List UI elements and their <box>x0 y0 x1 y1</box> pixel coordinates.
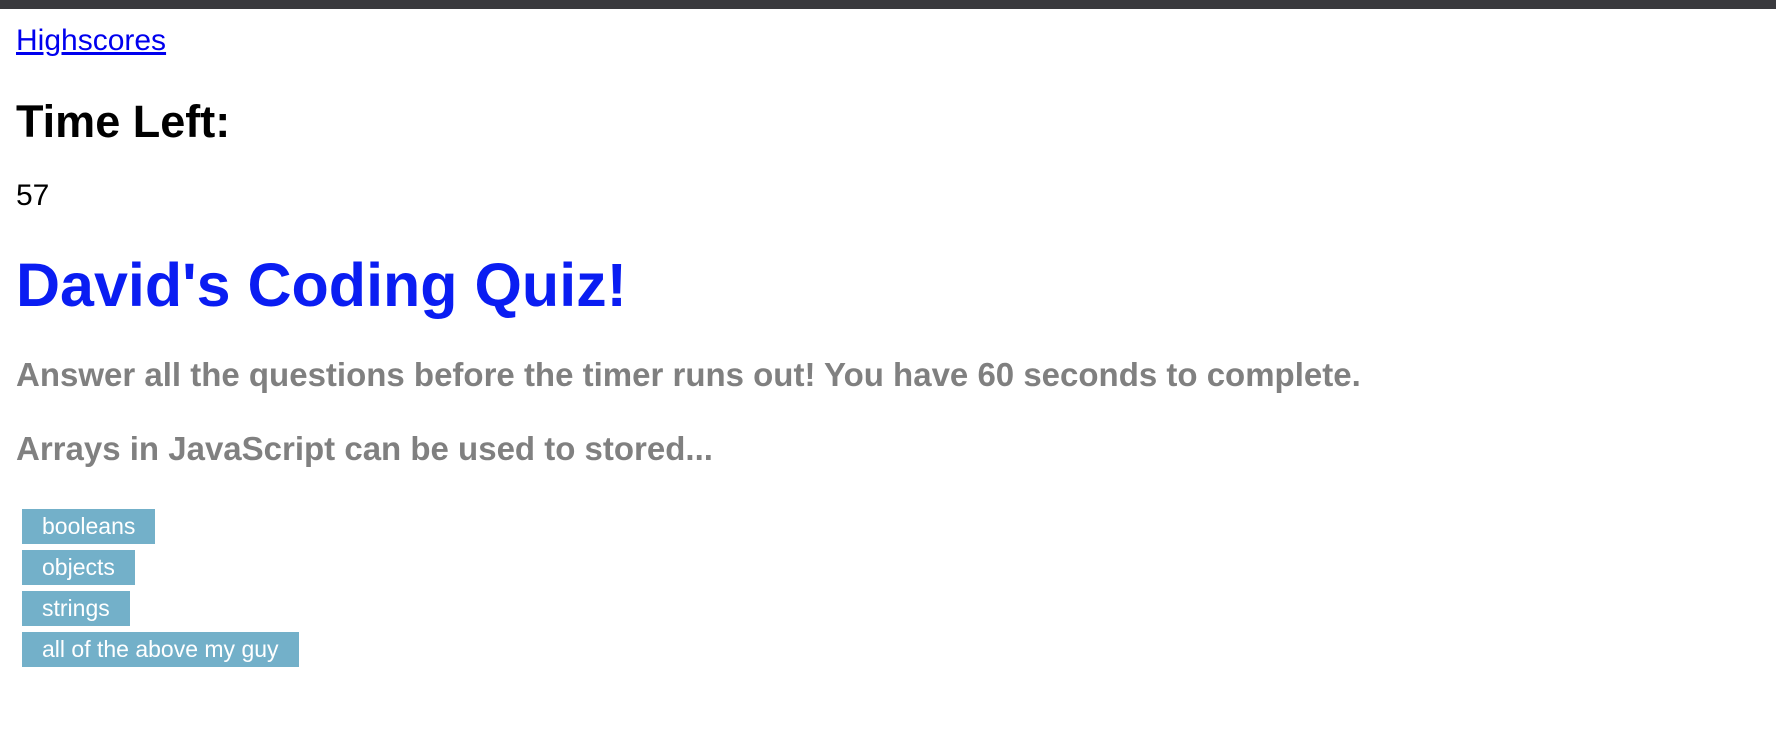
answer-button-all-of-the-above[interactable]: all of the above my guy <box>22 632 299 667</box>
quiz-instructions: Answer all the questions before the time… <box>16 356 1361 393</box>
timer-value: 57 <box>16 179 50 212</box>
time-left-label: Time Left: <box>16 96 231 147</box>
highscores-link[interactable]: Highscores <box>16 23 166 59</box>
answer-list: booleans objects strings all of the abov… <box>22 509 299 667</box>
quiz-title: David's Coding Quiz! <box>16 251 627 319</box>
answer-button-booleans[interactable]: booleans <box>22 509 156 544</box>
window-top-bar <box>0 0 1776 9</box>
answer-button-objects[interactable]: objects <box>22 550 135 585</box>
answer-button-strings[interactable]: strings <box>22 591 130 626</box>
question-text: Arrays in JavaScript can be used to stor… <box>16 430 713 467</box>
